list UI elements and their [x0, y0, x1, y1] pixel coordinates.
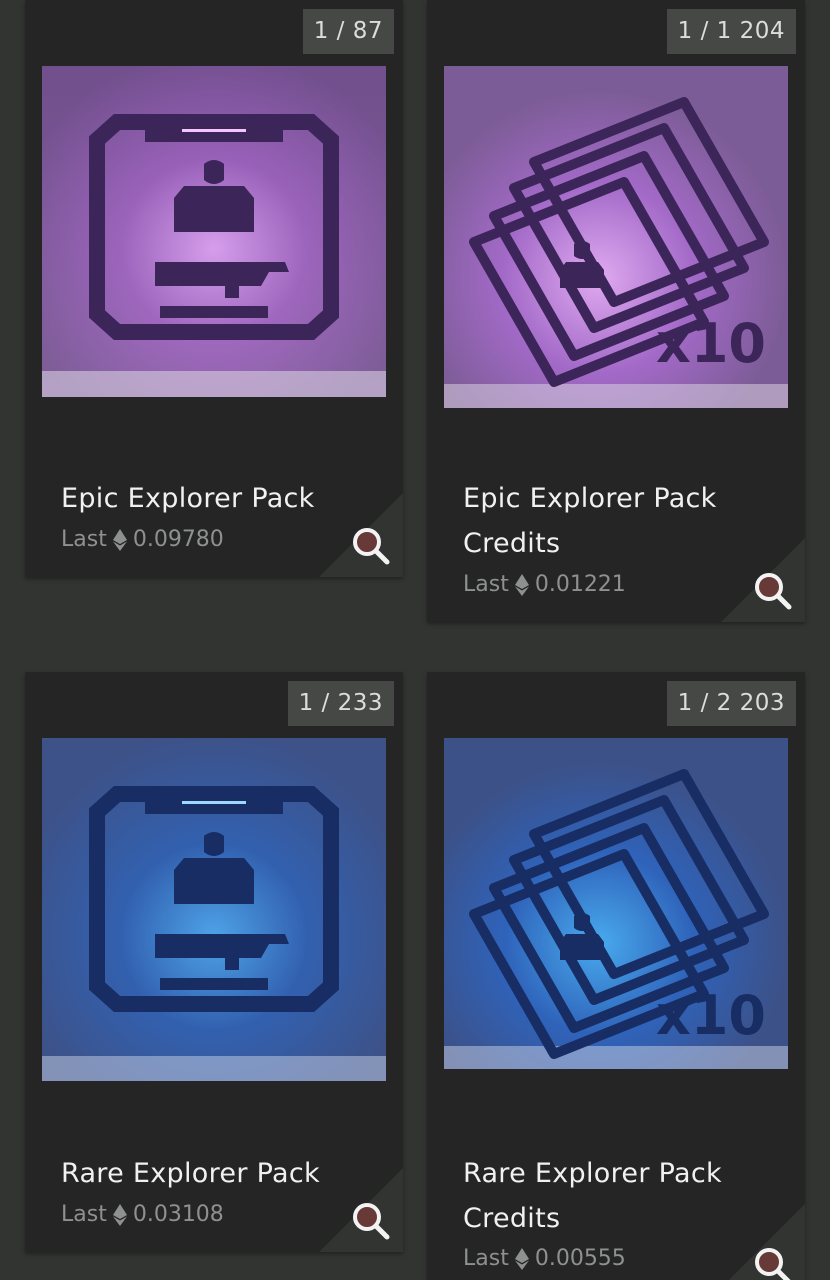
card-title: Rare Explorer Pack: [61, 1158, 320, 1189]
card-epic-explorer-pack[interactable]: 1 / 87 Epic Explorer Pack Last 0.09780: [25, 0, 403, 577]
last-price: Last 0.01221: [463, 572, 626, 598]
zoom-magnifier-icon[interactable]: [347, 1197, 393, 1243]
supply-badge: 1 / 233: [287, 681, 394, 726]
pack-image: x10: [444, 738, 788, 1069]
supply-badge: 1 / 1 204: [666, 9, 796, 54]
ethereum-icon: [514, 574, 529, 596]
multiplier-label: x10: [656, 984, 766, 1047]
card-title: Epic Explorer Pack: [61, 483, 315, 514]
last-price: Last 0.09780: [61, 527, 224, 553]
price-value: 0.03108: [132, 1202, 224, 1227]
zoom-magnifier-icon[interactable]: [347, 522, 393, 568]
price-value: 0.00555: [534, 1246, 626, 1271]
pack-image: [42, 66, 386, 397]
price-label: Last: [463, 1246, 509, 1271]
ethereum-icon: [112, 529, 127, 551]
multiplier-label: x10: [656, 312, 766, 375]
card-epic-explorer-pack-credits[interactable]: 1 / 1 204 x10 Epic Explorer Pack Credits…: [427, 0, 805, 622]
price-value: 0.09780: [132, 527, 224, 552]
supply-badge: 1 / 2 203: [666, 681, 796, 726]
pack-artwork: [42, 738, 386, 1081]
card-title: Rare Explorer Pack Credits: [463, 1158, 722, 1234]
price-label: Last: [61, 527, 107, 552]
pack-grid: 1 / 87 Epic Explorer Pack Last 0.09780 1…: [0, 0, 830, 1280]
pack-image: x10: [444, 66, 788, 408]
card-rare-explorer-pack[interactable]: 1 / 233 Rare Explorer Pack Last 0.03108: [25, 672, 403, 1252]
price-label: Last: [463, 572, 509, 597]
ethereum-icon: [514, 1248, 529, 1270]
card-title: Epic Explorer Pack Credits: [463, 483, 717, 559]
last-price: Last 0.00555: [463, 1246, 626, 1272]
pack-image: [42, 738, 386, 1081]
ethereum-icon: [112, 1204, 127, 1226]
card-rare-explorer-pack-credits[interactable]: 1 / 2 203 x10 Rare Explorer Pack Credits…: [427, 672, 805, 1280]
zoom-magnifier-icon[interactable]: [749, 1242, 795, 1280]
credits-artwork: x10: [444, 738, 788, 1069]
pack-artwork: [42, 66, 386, 397]
supply-badge: 1 / 87: [302, 9, 394, 54]
price-value: 0.01221: [534, 572, 626, 597]
zoom-magnifier-icon[interactable]: [749, 567, 795, 613]
credits-artwork: x10: [444, 66, 788, 408]
last-price: Last 0.03108: [61, 1202, 224, 1228]
price-label: Last: [61, 1202, 107, 1227]
